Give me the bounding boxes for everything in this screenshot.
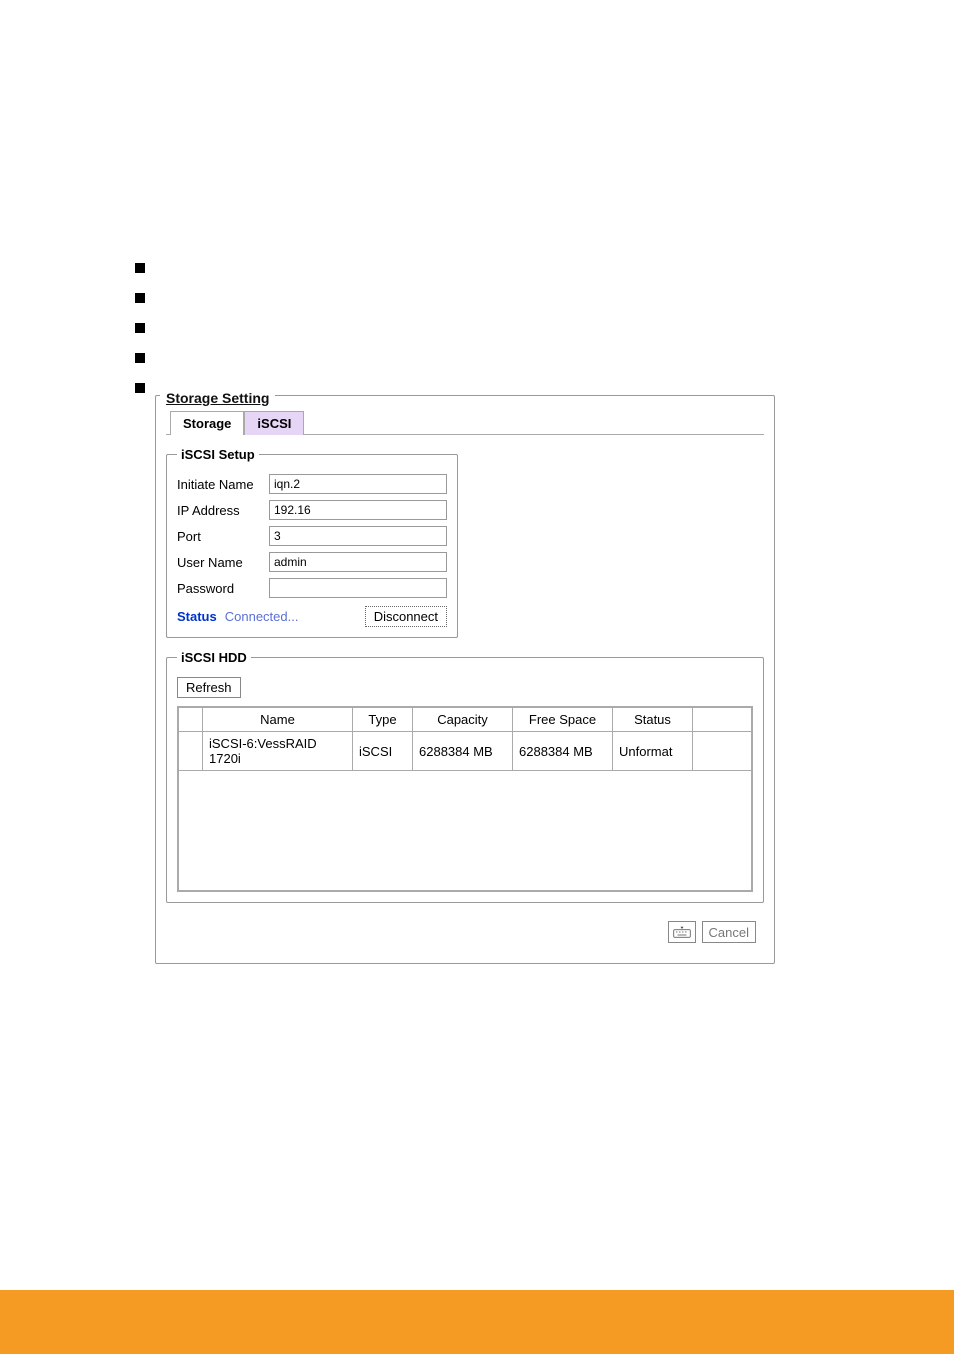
status-label: Status xyxy=(177,609,217,624)
iscsi-hdd-table: Name Type Capacity Free Space Status iSC… xyxy=(178,707,752,891)
cell-name: iSCSI-6:VessRAID 1720i xyxy=(203,732,353,771)
keyboard-icon xyxy=(673,926,691,938)
col-type: Type xyxy=(353,708,413,732)
table-row[interactable]: iSCSI-6:VessRAID 1720i iSCSI 6288384 MB … xyxy=(179,732,752,771)
cell-type: iSCSI xyxy=(353,732,413,771)
initiate-name-label: Initiate Name xyxy=(177,477,269,492)
footer-orange-bar xyxy=(0,1290,954,1354)
user-name-input[interactable] xyxy=(269,552,447,572)
table-empty-space xyxy=(179,771,752,891)
initiate-name-input[interactable] xyxy=(269,474,447,494)
cell-free-space: 6288384 MB xyxy=(513,732,613,771)
disconnect-button[interactable]: Disconnect xyxy=(365,606,447,627)
col-blank xyxy=(179,708,203,732)
keyboard-button[interactable] xyxy=(668,921,696,943)
password-label: Password xyxy=(177,581,269,596)
iscsi-hdd-table-wrap: Name Type Capacity Free Space Status iSC… xyxy=(177,706,753,892)
bullet-item xyxy=(135,313,735,343)
square-icon xyxy=(135,323,145,333)
square-icon xyxy=(135,263,145,273)
cell-capacity: 6288384 MB xyxy=(413,732,513,771)
square-icon xyxy=(135,293,145,303)
footer-buttons: Cancel xyxy=(166,915,764,951)
cancel-button[interactable]: Cancel xyxy=(702,921,756,943)
ip-address-input[interactable] xyxy=(269,500,447,520)
iscsi-hdd-legend: iSCSI HDD xyxy=(177,650,251,665)
square-icon xyxy=(135,383,145,393)
password-input[interactable] xyxy=(269,578,447,598)
table-header-row: Name Type Capacity Free Space Status xyxy=(179,708,752,732)
port-input[interactable] xyxy=(269,526,447,546)
bullet-item xyxy=(135,253,735,283)
storage-setting-panel: Storage iSCSI iSCSI Setup Initiate Name … xyxy=(155,395,775,964)
user-name-label: User Name xyxy=(177,555,269,570)
col-trailing xyxy=(693,708,752,732)
ip-address-label: IP Address xyxy=(177,503,269,518)
cell-trailing xyxy=(693,732,752,771)
col-capacity: Capacity xyxy=(413,708,513,732)
bullet-item xyxy=(135,343,735,373)
iscsi-setup-group: iSCSI Setup Initiate Name IP Address Por… xyxy=(166,447,458,638)
cell-blank xyxy=(179,732,203,771)
bullet-item xyxy=(135,283,735,313)
col-status: Status xyxy=(613,708,693,732)
square-icon xyxy=(135,353,145,363)
col-free-space: Free Space xyxy=(513,708,613,732)
iscsi-hdd-group: iSCSI HDD Refresh Name Type Capacity Fre… xyxy=(166,650,764,903)
iscsi-setup-legend: iSCSI Setup xyxy=(177,447,259,462)
tab-bar: Storage iSCSI xyxy=(166,410,764,435)
col-name: Name xyxy=(203,708,353,732)
bullet-list xyxy=(135,253,735,403)
port-label: Port xyxy=(177,529,269,544)
panel-title: Storage Setting xyxy=(160,390,275,406)
tab-storage[interactable]: Storage xyxy=(170,411,244,435)
tab-iscsi[interactable]: iSCSI xyxy=(244,411,304,435)
refresh-button[interactable]: Refresh xyxy=(177,677,241,698)
cell-status: Unformat xyxy=(613,732,693,771)
status-value: Connected... xyxy=(225,609,299,624)
